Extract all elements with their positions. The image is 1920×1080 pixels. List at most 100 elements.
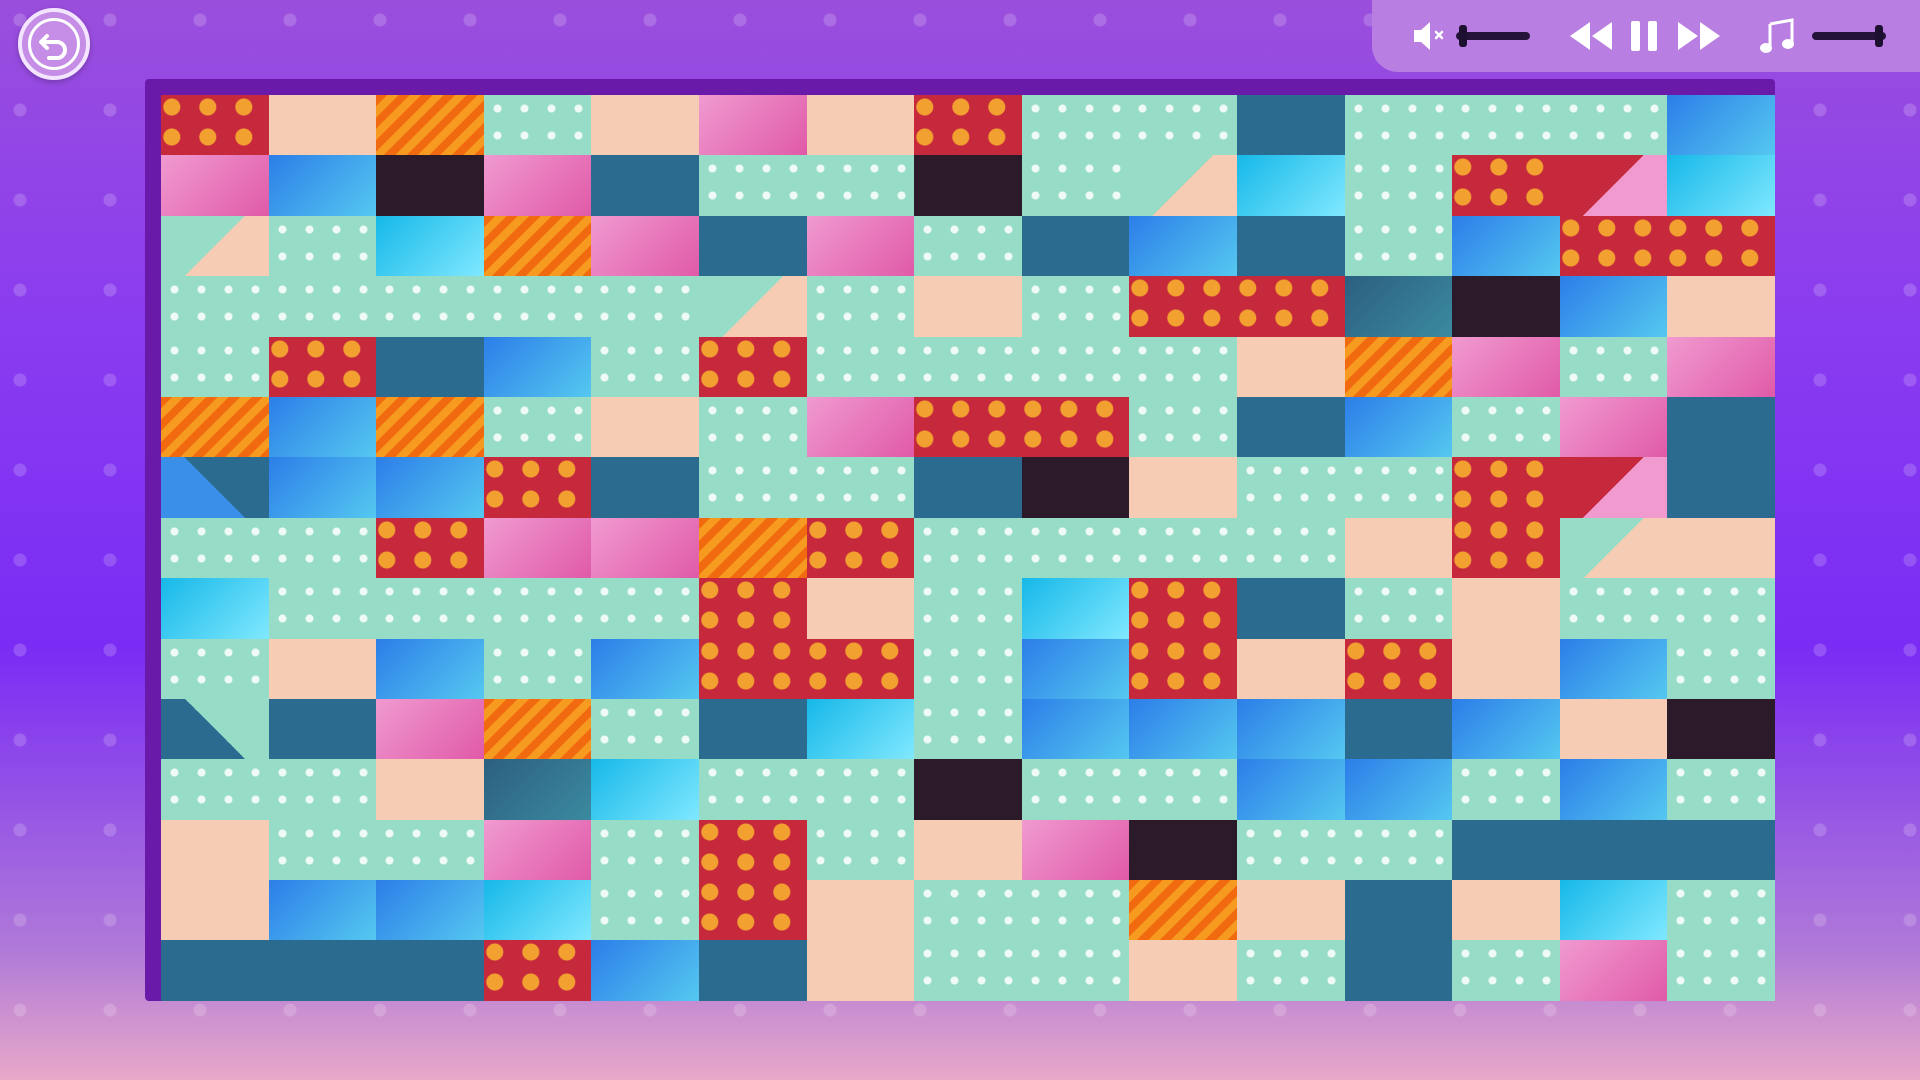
puzzle-tile[interactable]: [806, 578, 915, 639]
puzzle-tile[interactable]: [1559, 880, 1668, 941]
puzzle-tile[interactable]: [483, 336, 592, 397]
puzzle-tile[interactable]: [698, 940, 807, 1001]
puzzle-tile[interactable]: [1344, 457, 1453, 518]
puzzle-tile[interactable]: [1236, 396, 1345, 458]
puzzle-tile[interactable]: [268, 276, 377, 337]
puzzle-tile[interactable]: [1021, 880, 1130, 941]
puzzle-tile[interactable]: [1129, 95, 1237, 156]
puzzle-tile[interactable]: [1452, 940, 1560, 1001]
puzzle-tile[interactable]: [591, 880, 699, 941]
puzzle-tile[interactable]: [1236, 155, 1345, 216]
puzzle-tile[interactable]: [591, 155, 699, 216]
puzzle-tile[interactable]: [806, 336, 915, 397]
sound-volume-slider[interactable]: [1456, 25, 1530, 47]
puzzle-tile[interactable]: [376, 396, 484, 458]
puzzle-tile[interactable]: [1236, 819, 1345, 881]
puzzle-tile[interactable]: [268, 759, 377, 820]
puzzle-tile[interactable]: [161, 457, 269, 518]
puzzle-tile[interactable]: [1344, 215, 1453, 277]
puzzle-tile[interactable]: [1236, 578, 1345, 639]
puzzle-tile[interactable]: [161, 759, 269, 820]
puzzle-tile[interactable]: [914, 880, 1022, 941]
puzzle-tile[interactable]: [161, 578, 269, 639]
puzzle-tile[interactable]: [591, 517, 699, 579]
puzzle-tile[interactable]: [376, 940, 484, 1001]
puzzle-tile[interactable]: [161, 880, 269, 941]
puzzle-tile[interactable]: [1129, 759, 1237, 820]
puzzle-tile[interactable]: [1129, 336, 1237, 397]
puzzle-tile[interactable]: [483, 698, 592, 760]
puzzle-tile[interactable]: [1452, 396, 1560, 458]
puzzle-tile[interactable]: [1559, 95, 1668, 156]
puzzle-tile[interactable]: [591, 396, 699, 458]
puzzle-tile[interactable]: [1021, 819, 1130, 881]
puzzle-tile[interactable]: [1129, 215, 1237, 277]
puzzle-tile[interactable]: [698, 457, 807, 518]
puzzle-tile[interactable]: [376, 155, 484, 216]
puzzle-tile[interactable]: [1344, 396, 1453, 458]
puzzle-tile[interactable]: [591, 578, 699, 639]
puzzle-tile[interactable]: [1021, 698, 1130, 760]
puzzle-tile[interactable]: [1344, 940, 1453, 1001]
puzzle-tile[interactable]: [806, 698, 915, 760]
puzzle-tile[interactable]: [806, 638, 915, 699]
puzzle-tile[interactable]: [1021, 155, 1130, 216]
puzzle-tile[interactable]: [591, 457, 699, 518]
puzzle-tile[interactable]: [1452, 276, 1560, 337]
puzzle-tile[interactable]: [376, 517, 484, 579]
puzzle-tile[interactable]: [1021, 215, 1130, 277]
puzzle-tile[interactable]: [591, 215, 699, 277]
puzzle-tile[interactable]: [591, 759, 699, 820]
puzzle-tile[interactable]: [376, 819, 484, 881]
puzzle-tile[interactable]: [698, 95, 807, 156]
puzzle-tile[interactable]: [483, 95, 592, 156]
puzzle-tile[interactable]: [1452, 457, 1560, 518]
puzzle-tile[interactable]: [1344, 336, 1453, 397]
puzzle-tile[interactable]: [806, 759, 915, 820]
puzzle-tile[interactable]: [1021, 638, 1130, 699]
puzzle-tile[interactable]: [1667, 880, 1775, 941]
puzzle-tile[interactable]: [806, 276, 915, 337]
puzzle-tile[interactable]: [1129, 698, 1237, 760]
puzzle-tile[interactable]: [376, 638, 484, 699]
puzzle-tile[interactable]: [1236, 95, 1345, 156]
puzzle-tile[interactable]: [1667, 215, 1775, 277]
puzzle-tile[interactable]: [268, 638, 377, 699]
puzzle-tile[interactable]: [914, 336, 1022, 397]
puzzle-tile[interactable]: [806, 95, 915, 156]
puzzle-tile[interactable]: [1236, 698, 1345, 760]
puzzle-tile[interactable]: [1667, 940, 1775, 1001]
puzzle-tile[interactable]: [1452, 819, 1560, 881]
puzzle-tile[interactable]: [1021, 95, 1130, 156]
puzzle-tile[interactable]: [376, 880, 484, 941]
puzzle-tile[interactable]: [1021, 336, 1130, 397]
puzzle-tile[interactable]: [483, 638, 592, 699]
puzzle-tile[interactable]: [268, 940, 377, 1001]
puzzle-tile[interactable]: [1559, 940, 1668, 1001]
puzzle-tile[interactable]: [1021, 759, 1130, 820]
puzzle-tile[interactable]: [698, 336, 807, 397]
puzzle-tile[interactable]: [1129, 517, 1237, 579]
puzzle-tile[interactable]: [806, 396, 915, 458]
puzzle-tile[interactable]: [914, 457, 1022, 518]
puzzle-tile[interactable]: [914, 517, 1022, 579]
puzzle-tile[interactable]: [161, 215, 269, 277]
puzzle-board[interactable]: [161, 95, 1775, 1001]
puzzle-tile[interactable]: [1129, 578, 1237, 639]
puzzle-tile[interactable]: [1559, 396, 1668, 458]
puzzle-tile[interactable]: [698, 638, 807, 699]
puzzle-tile[interactable]: [161, 336, 269, 397]
puzzle-tile[interactable]: [161, 276, 269, 337]
puzzle-tile[interactable]: [591, 336, 699, 397]
puzzle-tile[interactable]: [914, 819, 1022, 881]
puzzle-tile[interactable]: [1344, 276, 1453, 337]
puzzle-tile[interactable]: [483, 759, 592, 820]
puzzle-tile[interactable]: [1021, 517, 1130, 579]
puzzle-tile[interactable]: [376, 215, 484, 277]
puzzle-tile[interactable]: [1236, 638, 1345, 699]
puzzle-tile[interactable]: [1667, 819, 1775, 881]
puzzle-tile[interactable]: [268, 517, 377, 579]
puzzle-tile[interactable]: [1452, 215, 1560, 277]
puzzle-tile[interactable]: [698, 578, 807, 639]
puzzle-tile[interactable]: [806, 819, 915, 881]
